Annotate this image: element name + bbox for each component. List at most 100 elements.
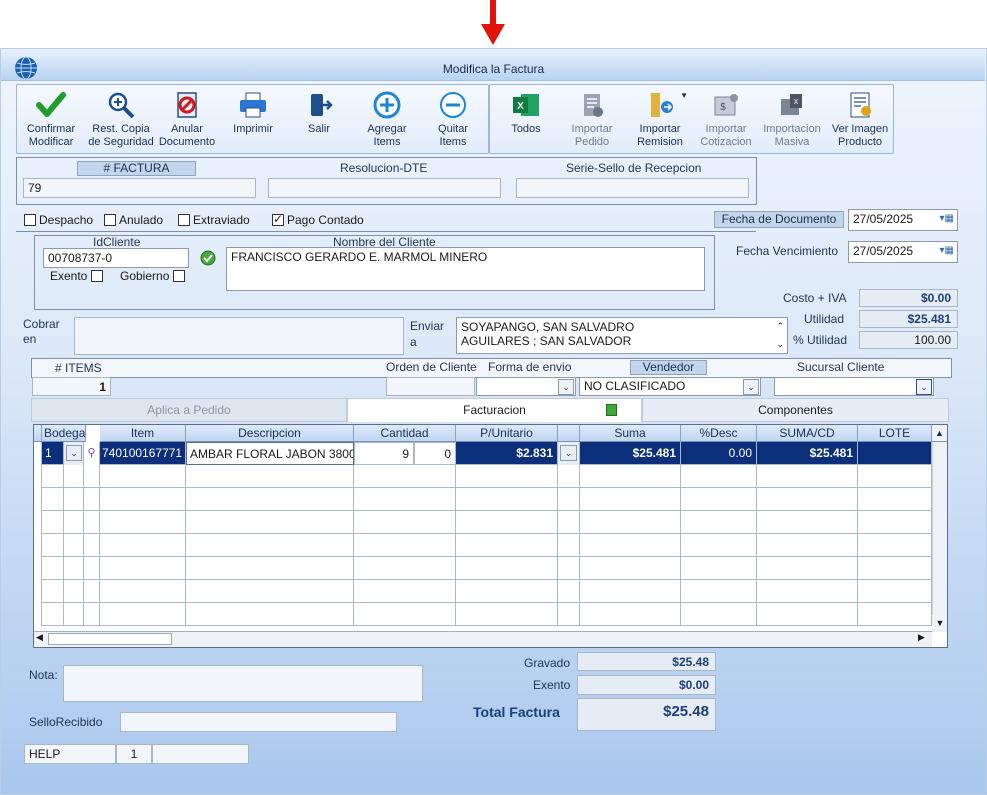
cobrar-field[interactable] (74, 317, 404, 355)
cell-punitario[interactable]: $2.831 (456, 442, 558, 465)
cell-cantidad[interactable]: 9 (354, 442, 414, 465)
col-header-suma[interactable]: Suma (580, 425, 681, 442)
chevron-down-icon[interactable]: ⌄ (916, 379, 932, 395)
cell-bodega[interactable]: 1 (42, 442, 64, 465)
pago-contado-checkbox[interactable]: Pago Contado (272, 212, 364, 227)
client-name-field[interactable]: FRANCISCO GERARDO E. MARMOL MINERO (226, 247, 705, 291)
extraviado-checkbox[interactable]: Extraviado (178, 213, 250, 227)
nota-field[interactable] (63, 665, 423, 702)
col-header-punitario[interactable]: P/Unitario (456, 425, 558, 442)
exento-checkbox[interactable]: Exento (50, 269, 106, 283)
customer-order-field[interactable] (386, 377, 475, 396)
table-row-empty[interactable] (34, 580, 932, 603)
table-cell-empty[interactable] (858, 511, 932, 534)
col-header-sumacd[interactable]: SUMA/CD (757, 425, 858, 442)
confirm-modify-button[interactable]: Confirmar Modificar (21, 85, 81, 153)
table-cell-empty[interactable] (757, 603, 858, 626)
table-cell-empty[interactable] (64, 488, 84, 511)
cell-desc-pct[interactable]: 0.00 (681, 442, 757, 465)
gobierno-checkbox[interactable]: Gobierno (120, 269, 188, 283)
branch-select[interactable]: ⌄ (774, 377, 934, 396)
table-cell-empty[interactable] (100, 534, 186, 557)
table-row-empty[interactable] (34, 465, 932, 488)
table-cell-empty[interactable] (681, 534, 757, 557)
table-cell-empty[interactable] (858, 580, 932, 603)
table-row-empty[interactable] (34, 511, 932, 534)
table-cell-empty[interactable] (558, 488, 580, 511)
table-cell-empty[interactable] (34, 557, 42, 580)
table-cell-empty[interactable] (64, 603, 84, 626)
scroll-down-icon[interactable]: ⌄ (776, 337, 784, 351)
table-cell-empty[interactable] (580, 557, 681, 580)
table-cell-empty[interactable] (456, 465, 558, 488)
despacho-checkbox[interactable]: Despacho (24, 213, 93, 227)
table-cell-empty[interactable] (757, 465, 858, 488)
table-cell-empty[interactable] (186, 511, 354, 534)
col-header-item[interactable]: Item (100, 425, 186, 442)
table-cell-empty[interactable] (34, 534, 42, 557)
table-cell-empty[interactable] (354, 603, 456, 626)
col-header-lote[interactable]: LOTE (858, 425, 932, 442)
chevron-down-icon[interactable]: ⌄ (558, 379, 574, 395)
table-cell-empty[interactable] (42, 465, 64, 488)
cell-descripcion[interactable]: AMBAR FLORAL JABON 3800 (186, 442, 354, 465)
table-cell-empty[interactable] (456, 557, 558, 580)
scroll-up-icon[interactable]: ⌃ (776, 319, 784, 333)
cell-price-dropdown[interactable]: ⌄ (558, 442, 580, 465)
all-excel-button[interactable]: X Todos (496, 85, 556, 153)
table-cell-empty[interactable] (757, 488, 858, 511)
table-cell-empty[interactable] (64, 465, 84, 488)
table-cell-empty[interactable] (757, 557, 858, 580)
table-cell-empty[interactable] (84, 534, 100, 557)
table-cell-empty[interactable] (42, 488, 64, 511)
import-remission-button[interactable]: Importar Remision ▼ (630, 85, 690, 153)
table-cell-empty[interactable] (858, 557, 932, 580)
table-cell-empty[interactable] (681, 488, 757, 511)
import-bulk-button[interactable]: X Importacion Masiva (762, 85, 822, 153)
table-cell-empty[interactable] (681, 557, 757, 580)
table-cell-empty[interactable] (354, 580, 456, 603)
table-cell-empty[interactable] (42, 580, 64, 603)
vertical-scrollbar[interactable] (932, 442, 947, 632)
tab-aplica-pedido[interactable]: Aplica a Pedido (31, 398, 347, 422)
table-cell-empty[interactable] (757, 580, 858, 603)
table-cell-empty[interactable] (858, 603, 932, 626)
table-cell-empty[interactable] (580, 603, 681, 626)
table-cell-empty[interactable] (681, 465, 757, 488)
calendar-icon[interactable]: ▾▦ (940, 245, 954, 256)
search-icon[interactable]: ⚲ (87, 447, 95, 459)
cell-bodega-dropdown[interactable]: ⌄ (64, 442, 84, 465)
table-cell-empty[interactable] (186, 488, 354, 511)
table-row-empty[interactable] (34, 603, 932, 626)
table-row-empty[interactable] (34, 534, 932, 557)
checkbox-box[interactable] (178, 214, 190, 226)
table-cell-empty[interactable] (757, 534, 858, 557)
checkbox-box[interactable] (172, 270, 185, 282)
sello-field[interactable] (120, 712, 397, 732)
table-cell-empty[interactable] (84, 580, 100, 603)
tab-componentes[interactable]: Componentes (642, 398, 949, 422)
table-cell-empty[interactable] (100, 465, 186, 488)
table-cell-empty[interactable] (84, 557, 100, 580)
col-header-bodega[interactable]: Bodega (42, 425, 86, 442)
cell-suma[interactable]: $25.481 (580, 442, 681, 465)
table-cell-empty[interactable] (42, 603, 64, 626)
resolution-field[interactable] (268, 178, 501, 198)
table-cell-empty[interactable] (64, 557, 84, 580)
calendar-icon[interactable]: ▾▦ (940, 213, 954, 224)
table-cell-empty[interactable] (558, 511, 580, 534)
table-cell-empty[interactable] (100, 603, 186, 626)
table-cell-empty[interactable] (34, 580, 42, 603)
table-cell-empty[interactable] (186, 580, 354, 603)
table-cell-empty[interactable] (100, 511, 186, 534)
checkbox-box[interactable] (90, 270, 103, 282)
table-cell-empty[interactable] (757, 511, 858, 534)
table-cell-empty[interactable] (64, 534, 84, 557)
table-cell-empty[interactable] (354, 488, 456, 511)
chevron-down-icon[interactable]: ⌄ (743, 379, 759, 395)
table-cell-empty[interactable] (84, 511, 100, 534)
table-cell-empty[interactable] (354, 465, 456, 488)
remove-items-button[interactable]: Quitar Items (423, 85, 483, 153)
anulado-checkbox[interactable]: Anulado (104, 213, 163, 227)
table-cell-empty[interactable] (558, 534, 580, 557)
